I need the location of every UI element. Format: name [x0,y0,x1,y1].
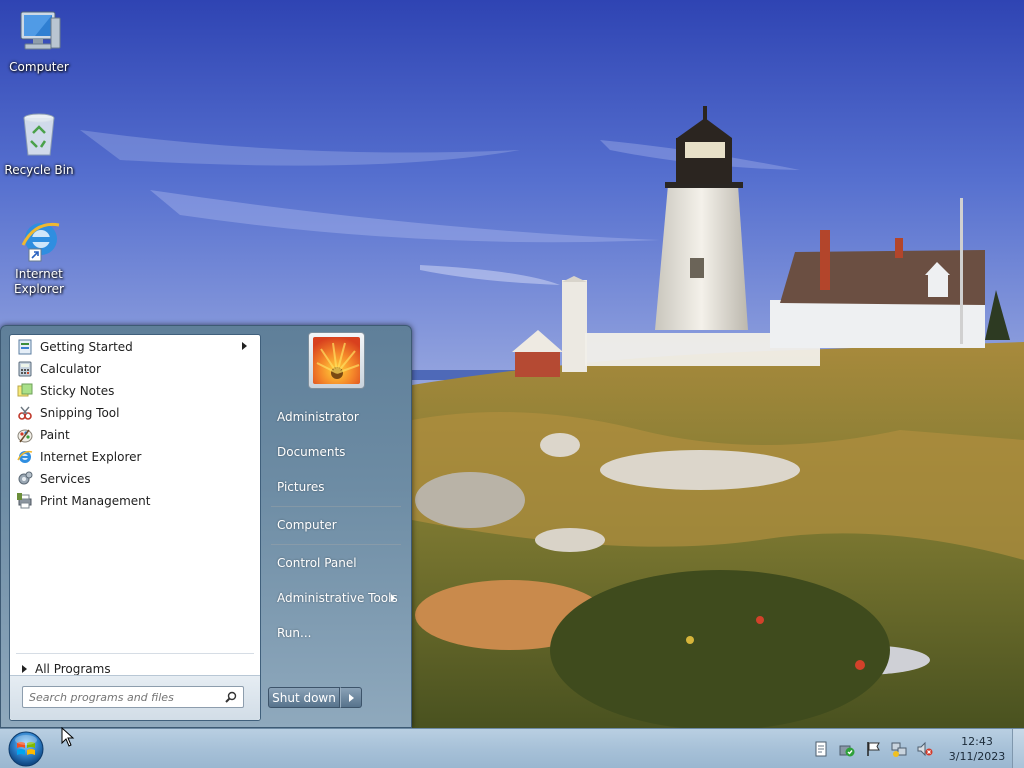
program-getting-started[interactable]: Getting Started [13,336,257,358]
snipping-tool-icon [17,405,33,421]
search-area [10,675,260,720]
recycle-bin-icon [15,111,63,159]
start-menu-programs-pane: Getting Started Calculator Sticky Notes … [9,334,261,721]
submenu-arrow-icon [242,342,247,350]
desktop-icon-recycle-bin[interactable]: Recycle Bin [0,111,78,178]
paint-icon [17,427,33,443]
taskbar: 12:43 3/11/2023 [0,728,1024,768]
desktop-icon-label: Computer [9,60,69,74]
separator [271,506,401,507]
clock[interactable]: 12:43 3/11/2023 [942,734,1012,764]
show-desktop-button[interactable] [1012,729,1024,768]
separator [271,544,401,545]
start-menu-run[interactable]: Run... [269,621,407,645]
internet-explorer-icon [17,449,33,465]
desktop-icon-computer[interactable]: Computer [0,8,78,75]
sticky-notes-icon [17,383,33,399]
getting-started-icon [17,339,33,355]
clock-date: 3/11/2023 [948,750,1006,763]
flag-icon[interactable] [865,741,881,757]
desktop-icon-label: Internet Explorer [14,267,64,296]
start-menu-control-panel[interactable]: Control Panel [269,551,407,575]
start-menu-documents[interactable]: Documents [269,440,407,464]
program-sticky-notes[interactable]: Sticky Notes [13,380,257,402]
separator [16,653,254,654]
program-services[interactable]: Services [13,468,257,490]
volume-muted-icon[interactable] [917,741,933,757]
mouse-cursor-icon [61,726,75,750]
start-menu-administrative-tools[interactable]: Administrative Tools [269,586,407,610]
search-icon[interactable] [225,691,237,703]
search-box[interactable] [22,686,244,708]
start-menu-administrator[interactable]: Administrator [269,405,407,429]
program-calculator[interactable]: Calculator [13,358,257,380]
submenu-arrow-icon [391,594,395,602]
flower-avatar [313,337,360,384]
start-menu: Getting Started Calculator Sticky Notes … [0,325,412,728]
internet-explorer-icon [15,215,63,263]
notification-area: 12:43 3/11/2023 [808,729,1024,768]
computer-icon [15,8,63,56]
start-menu-pictures[interactable]: Pictures [269,475,407,499]
start-menu-computer[interactable]: Computer [269,513,407,537]
action-center-icon[interactable] [813,741,829,757]
program-internet-explorer[interactable]: Internet Explorer [13,446,257,468]
desktop-icon-label: Recycle Bin [4,163,74,177]
start-button[interactable] [5,730,47,768]
shut-down-button[interactable]: Shut down [268,687,340,708]
program-snipping-tool[interactable]: Snipping Tool [13,402,257,424]
search-input[interactable] [29,689,219,705]
services-icon [17,471,33,487]
shut-down-options-button[interactable] [340,687,362,708]
user-picture[interactable] [308,332,365,389]
network-icon[interactable] [891,741,907,757]
program-print-management[interactable]: Print Management [13,490,257,512]
print-management-icon [17,493,33,509]
desktop-icon-internet-explorer[interactable]: Internet Explorer [0,215,78,297]
triangle-right-icon [22,665,27,673]
clock-time: 12:43 [961,735,993,748]
security-icon[interactable] [839,741,855,757]
calculator-icon [17,361,33,377]
program-paint[interactable]: Paint [13,424,257,446]
